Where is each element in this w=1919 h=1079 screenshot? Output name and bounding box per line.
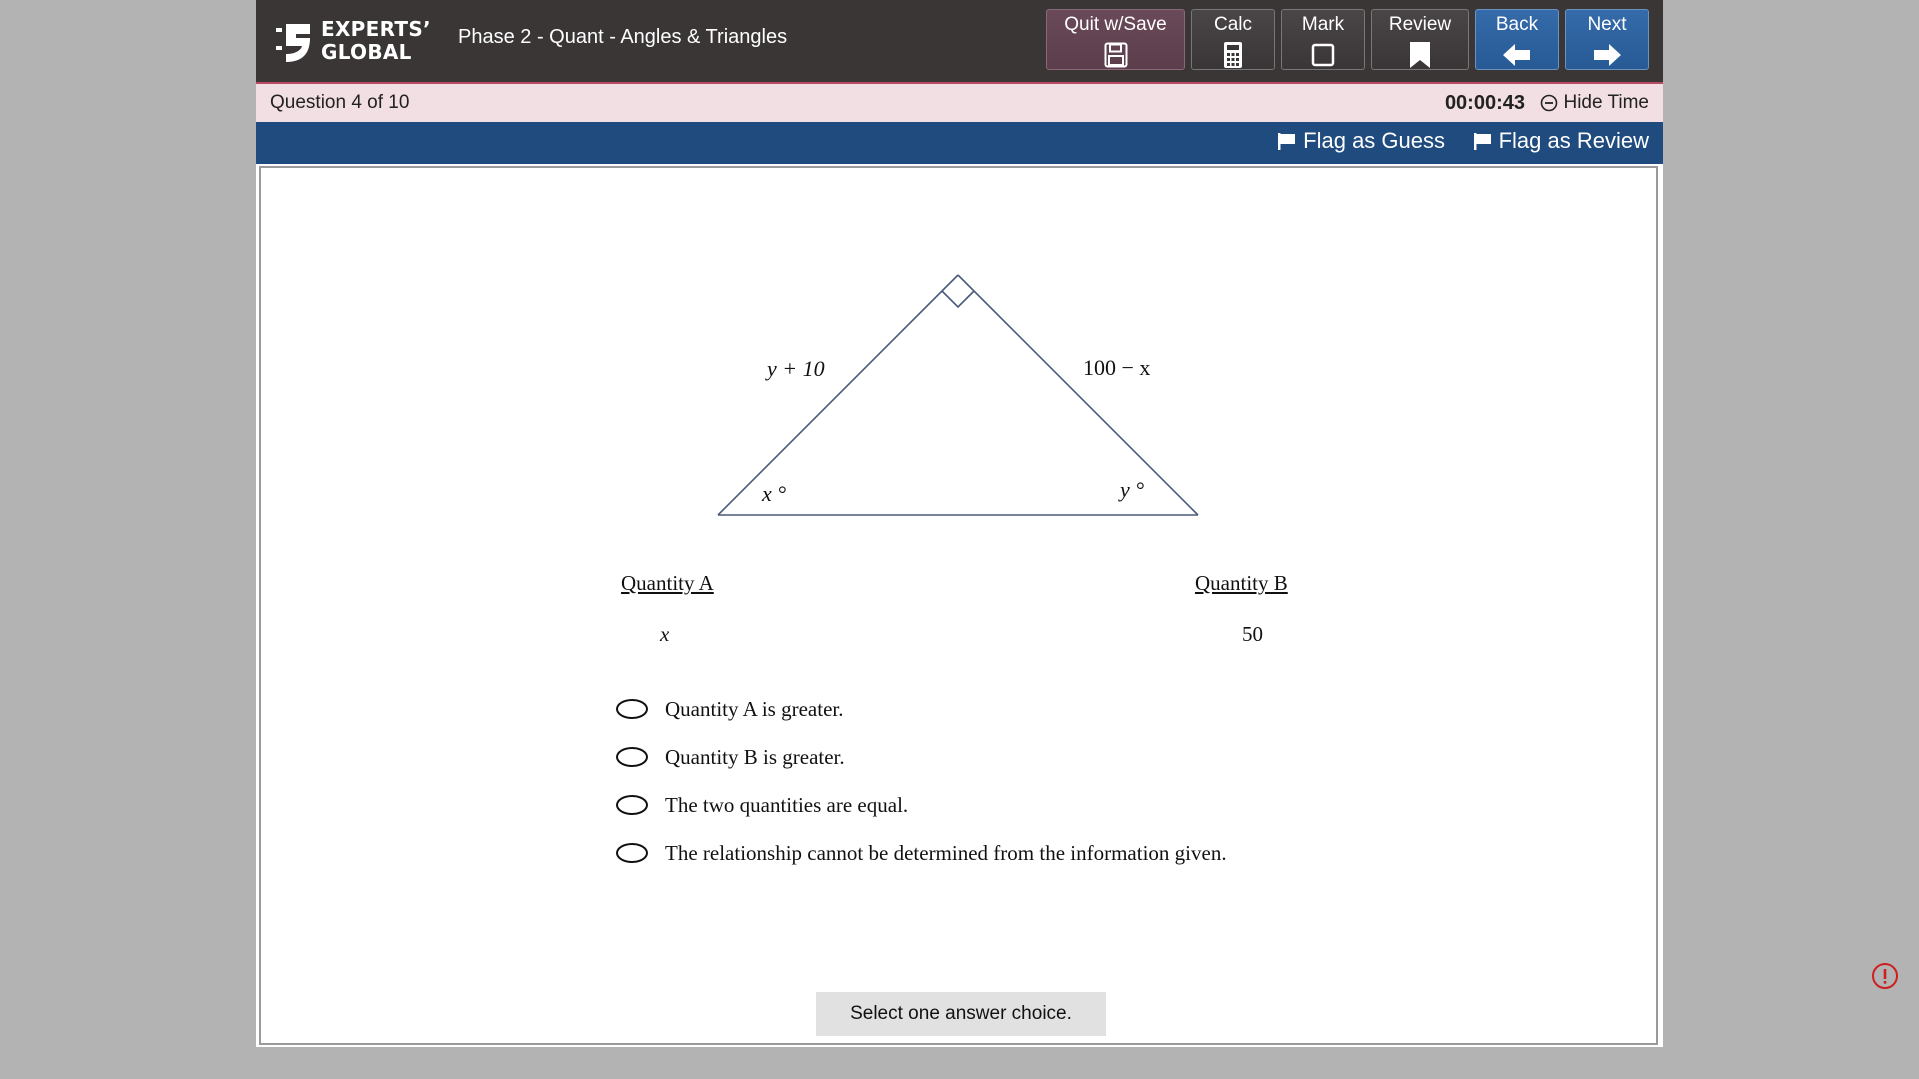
mark-label: Mark <box>1301 14 1345 35</box>
radio-button[interactable] <box>616 843 648 863</box>
question-counter: Question 4 of 10 <box>270 92 410 113</box>
answer-choice-text: Quantity A is greater. <box>665 696 844 721</box>
triangle-right-side <box>957 274 1199 516</box>
quantity-a-heading: Quantity A <box>621 571 714 595</box>
toolbar: Quit w/Save Calc Mark Review Back Next <box>1046 9 1649 72</box>
answer-choice-b[interactable]: Quantity B is greater. <box>616 733 1227 781</box>
right-angle-marker <box>941 290 975 309</box>
answer-choice-text: Quantity B is greater. <box>665 744 845 769</box>
back-label: Back <box>1495 14 1539 35</box>
minus-circle-icon <box>1541 94 1558 112</box>
quantity-b-value: 50 <box>1242 622 1263 646</box>
right-triangle-figure: y + 10 100 − x x ° y ° <box>716 274 1199 516</box>
answer-choice-text: The two quantities are equal. <box>665 792 909 817</box>
answer-choice-text: The relationship cannot be determined fr… <box>665 840 1227 865</box>
test-app: EXPERTS’ GLOBAL Phase 2 - Quant - Angles… <box>256 0 1663 1047</box>
floppy-disk-icon <box>1104 41 1128 69</box>
top-header: EXPERTS’ GLOBAL Phase 2 - Quant - Angles… <box>256 0 1663 82</box>
flag-bar: Flag as Guess Flag as Review <box>256 122 1663 164</box>
flag-as-review-button[interactable]: Flag as Review <box>1473 128 1649 154</box>
radio-button[interactable] <box>616 795 648 815</box>
arrow-left-icon <box>1503 41 1531 69</box>
angle-left-label: x ° <box>761 481 786 506</box>
answer-choice-d[interactable]: The relationship cannot be determined fr… <box>616 829 1227 877</box>
flag-as-review-label: Flag as Review <box>1498 128 1649 153</box>
logo-line-2: GLOBAL <box>321 40 412 64</box>
radio-button[interactable] <box>616 747 648 767</box>
experts-global-logo: EXPERTS’ GLOBAL <box>276 18 431 66</box>
calculator-icon <box>1223 41 1243 69</box>
right-side-label: 100 − x <box>1083 355 1150 380</box>
flag-as-guess-label: Flag as Guess <box>1303 128 1445 153</box>
back-button[interactable]: Back <box>1475 9 1559 70</box>
arrow-right-icon <box>1593 41 1621 69</box>
answer-choice-a[interactable]: Quantity A is greater. <box>616 685 1227 733</box>
timer: 00:00:43 <box>1444 92 1525 114</box>
flag-as-guess-button[interactable]: Flag as Guess <box>1277 128 1445 154</box>
bookmark-icon <box>1409 41 1431 69</box>
test-title: Phase 2 - Quant - Angles & Triangles <box>458 26 788 48</box>
triangle-shape <box>716 275 972 290</box>
mark-button[interactable]: Mark <box>1281 9 1365 70</box>
quit-save-label: Quit w/Save <box>1064 14 1167 35</box>
calc-button[interactable]: Calc <box>1191 9 1275 70</box>
status-bar: Question 4 of 10 00:00:43 Hide Time <box>256 82 1663 122</box>
quantity-a-value: x <box>660 622 670 646</box>
flag-icon <box>1278 133 1296 150</box>
next-button[interactable]: Next <box>1565 9 1649 70</box>
calc-label: Calc <box>1213 14 1252 35</box>
review-label: Review <box>1388 14 1452 35</box>
hide-time-toggle[interactable]: Hide Time <box>1540 92 1649 114</box>
answer-choices: Quantity A is greater. Quantity B is gre… <box>616 685 1227 877</box>
radio-button[interactable] <box>616 699 648 719</box>
quantity-b-heading: Quantity B <box>1195 571 1288 595</box>
hide-time-label: Hide Time <box>1563 92 1649 113</box>
logo-line-1: EXPERTS’ <box>321 17 431 41</box>
next-label: Next <box>1587 14 1627 35</box>
instruction-hint: Select one answer choice. <box>816 992 1106 1036</box>
alert-icon[interactable] <box>1871 962 1899 990</box>
question-area: y + 10 100 − x x ° y ° Quantity A Quanti… <box>259 166 1658 1045</box>
left-side-label: y + 10 <box>765 356 825 381</box>
angle-right-label: y ° <box>1118 477 1144 502</box>
quit-save-button[interactable]: Quit w/Save <box>1046 9 1185 70</box>
flag-icon <box>1473 133 1491 150</box>
logo-mark-icon <box>276 24 310 62</box>
triangle-left-side <box>717 274 959 516</box>
review-button[interactable]: Review <box>1371 9 1469 70</box>
checkbox-icon <box>1311 41 1335 69</box>
answer-choice-c[interactable]: The two quantities are equal. <box>616 781 1227 829</box>
